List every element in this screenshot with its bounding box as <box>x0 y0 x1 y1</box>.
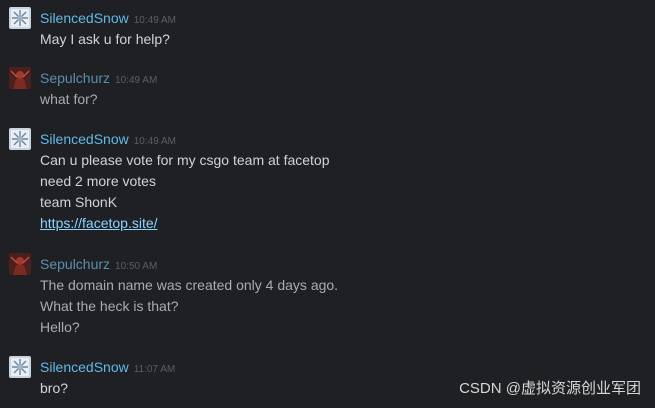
message-timestamp: 10:49 AM <box>115 75 158 86</box>
sepulchurz-avatar-icon[interactable] <box>9 253 31 275</box>
sender-name[interactable]: SilencedSnow <box>40 131 129 147</box>
message-header: SilencedSnow 10:49 AM <box>40 128 176 150</box>
message-body: Can u please vote for my csgo team at fa… <box>40 150 330 234</box>
message-text: Hello? <box>40 319 80 335</box>
message-text: bro? <box>40 380 69 396</box>
message-text: May I ask u for help? <box>40 31 170 47</box>
message-header: Sepulchurz 10:50 AM <box>40 253 157 275</box>
sender-name[interactable]: SilencedSnow <box>40 10 129 26</box>
facetop-link[interactable]: https://facetop.site/ <box>40 215 158 231</box>
snowflake-avatar-icon <box>9 356 31 378</box>
message-timestamp: 11:07 AM <box>133 364 176 375</box>
sender-name[interactable]: SilencedSnow <box>40 359 129 375</box>
message-text: what for? <box>40 91 98 107</box>
snowflake-avatar-icon <box>9 128 31 150</box>
message-body: The domain name was created only 4 days … <box>40 275 338 338</box>
message-text: https://facetop.site/ <box>40 213 330 234</box>
message-timestamp: 10:49 AM <box>133 136 176 147</box>
silencedsnow-avatar-icon[interactable] <box>9 7 31 29</box>
sender-name[interactable]: Sepulchurz <box>40 256 110 272</box>
red-figure-avatar-icon <box>9 253 31 275</box>
message-text: What the heck is that? <box>40 298 179 314</box>
message-body: May I ask u for help? <box>40 29 170 50</box>
message-header: SilencedSnow 10:49 AM <box>40 7 176 29</box>
message-timestamp: 10:49 AM <box>133 15 176 26</box>
message-timestamp: 10:50 AM <box>115 261 158 272</box>
message-text: team ShonK <box>40 194 118 210</box>
silencedsnow-avatar-icon[interactable] <box>9 356 31 378</box>
message-header: SilencedSnow 11:07 AM <box>40 356 175 378</box>
snowflake-avatar-icon <box>9 7 31 29</box>
sender-name[interactable]: Sepulchurz <box>40 70 110 86</box>
message-header: Sepulchurz 10:49 AM <box>40 67 157 89</box>
silencedsnow-avatar-icon[interactable] <box>9 128 31 150</box>
sepulchurz-avatar-icon[interactable] <box>9 67 31 89</box>
message-body: bro? <box>40 378 68 399</box>
message-text: The domain name was created only 4 days … <box>40 277 339 293</box>
csdn-watermark: CSDN @虚拟资源创业军团 <box>459 380 641 397</box>
red-figure-avatar-icon <box>9 67 31 89</box>
message-text: need 2 more votes <box>40 173 156 189</box>
message-text: Can u please vote for my csgo team at fa… <box>40 152 330 168</box>
chat-log: SilencedSnow 10:49 AM May I ask u for hel… <box>0 0 655 408</box>
message-body: what for? <box>40 89 98 110</box>
